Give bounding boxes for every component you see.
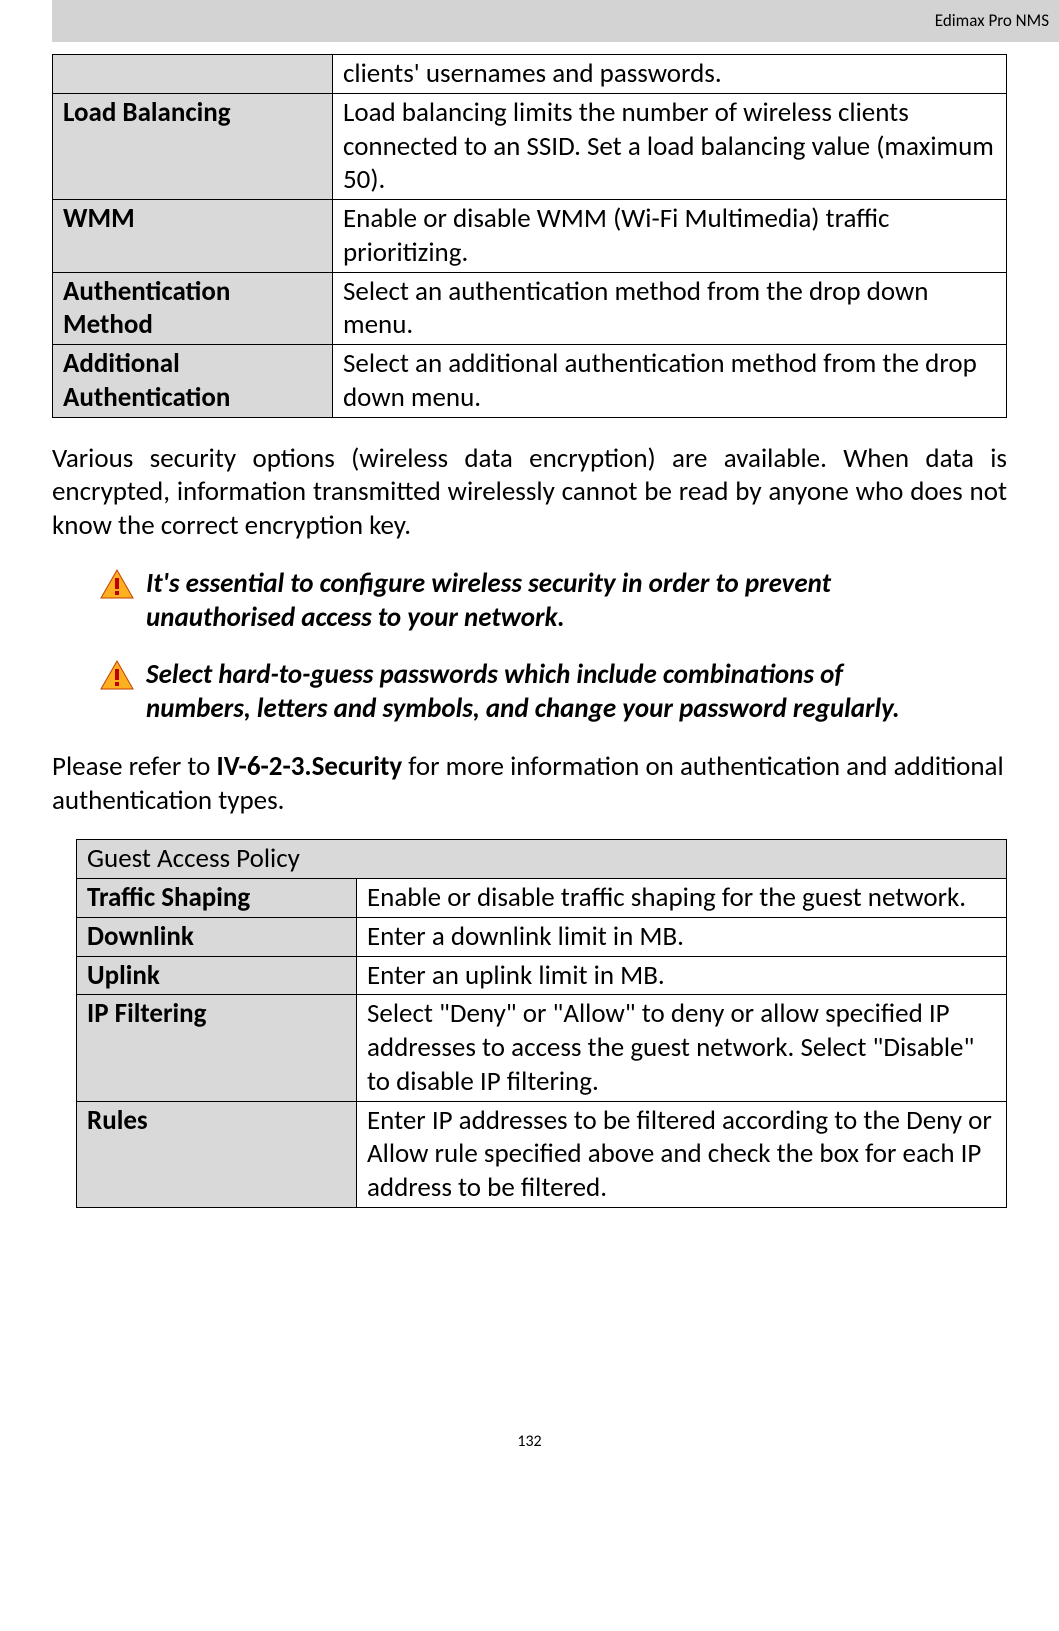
desc-cell: clients' usernames and passwords. xyxy=(333,55,1007,94)
desc-cell: Select "Deny" or "Allow" to deny or allo… xyxy=(357,995,1007,1101)
desc-cell: Load balancing limits the number of wire… xyxy=(333,93,1007,199)
warning-block-1: It's essential to configure wireless sec… xyxy=(52,567,1007,635)
table-row: Traffic Shaping Enable or disable traffi… xyxy=(77,879,1007,918)
page-number: 132 xyxy=(52,1232,1007,1461)
header-product-name: Edimax Pro NMS xyxy=(935,10,1049,31)
desc-cell: Enter a downlink limit in MB. xyxy=(357,917,1007,956)
desc-cell: Enter IP addresses to be filtered accord… xyxy=(357,1101,1007,1207)
term-cell: Authentication Method xyxy=(53,272,333,345)
warning-block-2: Select hard-to-guess passwords which inc… xyxy=(52,658,1007,726)
table-row: WMM Enable or disable WMM (Wi-Fi Multime… xyxy=(53,200,1007,273)
term-cell: Load Balancing xyxy=(53,93,333,199)
refer-pre: Please refer to xyxy=(52,750,217,783)
warning-text: It's essential to configure wireless sec… xyxy=(146,567,1007,635)
term-cell xyxy=(53,55,333,94)
desc-cell: Enable or disable WMM (Wi-Fi Multimedia)… xyxy=(333,200,1007,273)
table-row: clients' usernames and passwords. xyxy=(53,55,1007,94)
table-row: Additional Authentication Select an addi… xyxy=(53,345,1007,418)
desc-cell: Enter an uplink limit in MB. xyxy=(357,956,1007,995)
intro-paragraph: Various security options (wireless data … xyxy=(52,442,1007,543)
table-row: Uplink Enter an uplink limit in MB. xyxy=(77,956,1007,995)
table-row: Authentication Method Select an authenti… xyxy=(53,272,1007,345)
top-bar xyxy=(52,0,1059,42)
refer-paragraph: Please refer to IV-6-2-3.Security for mo… xyxy=(52,750,1007,818)
table-row: IP Filtering Select "Deny" or "Allow" to… xyxy=(77,995,1007,1101)
term-cell: Traffic Shaping xyxy=(77,879,357,918)
warning-text: Select hard-to-guess passwords which inc… xyxy=(146,658,1007,726)
definitions-table-1: clients' usernames and passwords. Load B… xyxy=(52,54,1007,418)
table-row: Rules Enter IP addresses to be filtered … xyxy=(77,1101,1007,1207)
term-cell: Rules xyxy=(77,1101,357,1207)
warning-icon xyxy=(100,658,138,726)
table-title-row: Guest Access Policy xyxy=(77,840,1007,879)
table-title-cell: Guest Access Policy xyxy=(77,840,1007,879)
definitions-table-2: Guest Access Policy Traffic Shaping Enab… xyxy=(76,839,1007,1208)
warning-icon xyxy=(100,567,138,635)
page-body: clients' usernames and passwords. Load B… xyxy=(0,42,1059,1501)
term-cell: WMM xyxy=(53,200,333,273)
table-row: Load Balancing Load balancing limits the… xyxy=(53,93,1007,199)
term-cell: IP Filtering xyxy=(77,995,357,1101)
term-cell: Downlink xyxy=(77,917,357,956)
term-cell: Uplink xyxy=(77,956,357,995)
desc-cell: Select an authentication method from the… xyxy=(333,272,1007,345)
desc-cell: Select an additional authentication meth… xyxy=(333,345,1007,418)
term-cell: Additional Authentication xyxy=(53,345,333,418)
refer-bold: IV-6-2-3.Security xyxy=(217,750,403,783)
desc-cell: Enable or disable traffic shaping for th… xyxy=(357,879,1007,918)
table-row: Downlink Enter a downlink limit in MB. xyxy=(77,917,1007,956)
